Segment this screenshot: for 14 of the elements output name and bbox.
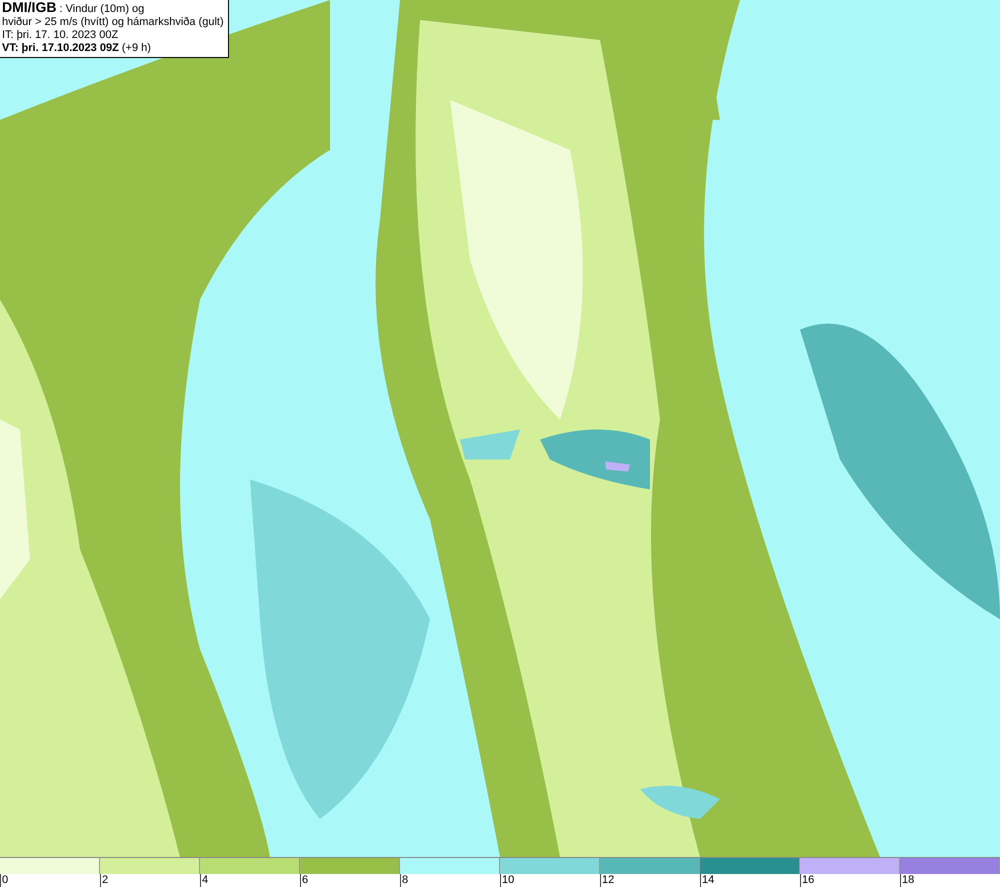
legend-label: 0 xyxy=(0,874,100,887)
header-line: hviður > 25 m/s (hvítt) og hámarkshviða (gult) xyxy=(2,16,224,29)
header-line: DMI/IGB : Vindur (10m) og xyxy=(2,1,146,16)
legend-label: 6 xyxy=(300,874,400,887)
header-line: IT: þri. 17. 10. 2023 00Z xyxy=(2,29,120,42)
legend-label: 18 xyxy=(900,874,1000,887)
legend-label: 16 xyxy=(800,874,900,887)
legend-label: 12 xyxy=(600,874,700,887)
header-line: VT: þri. 17.10.2023 09Z (+9 h) xyxy=(2,42,152,55)
legend-label: 10 xyxy=(500,874,600,887)
legend-label: 8 xyxy=(400,874,500,887)
legend-label: 2 xyxy=(100,874,200,887)
legend-label: 4 xyxy=(200,874,300,887)
legend-label: 14 xyxy=(700,874,800,887)
